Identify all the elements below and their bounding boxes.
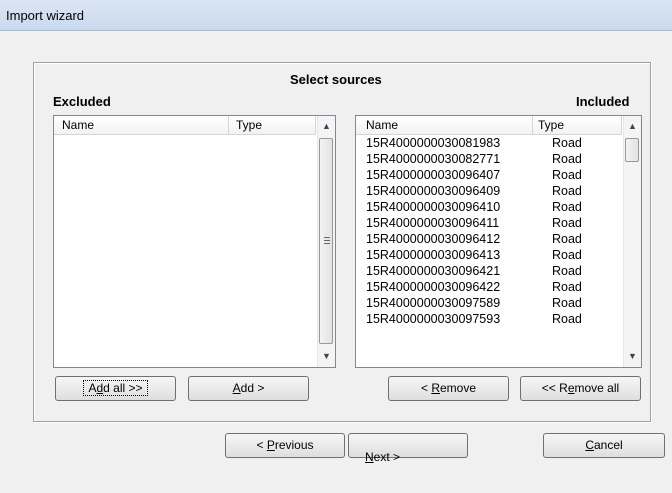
- included-list-header: Name Type: [356, 116, 622, 135]
- excluded-list[interactable]: Name Type ▲ ▼: [53, 115, 336, 368]
- excluded-type-column-header[interactable]: Type: [236, 118, 262, 132]
- cancel-button[interactable]: Cancel: [543, 433, 665, 458]
- excluded-list-header: Name Type: [54, 116, 316, 135]
- add-button[interactable]: Add >: [188, 376, 309, 401]
- previous-button[interactable]: < Previous: [225, 433, 345, 458]
- page-heading: Select sources: [290, 72, 382, 87]
- title-bar: Import wizard: [0, 0, 672, 31]
- included-name-column-header[interactable]: Name: [366, 118, 398, 132]
- scroll-down-icon[interactable]: ▼: [318, 348, 335, 365]
- excluded-scroll-thumb[interactable]: [319, 138, 333, 344]
- excluded-scrollbar[interactable]: ▲ ▼: [317, 116, 335, 367]
- remove-all-button[interactable]: << Remove all: [520, 376, 641, 401]
- excluded-name-column-header[interactable]: Name: [62, 118, 94, 132]
- add-all-button[interactable]: Add all >>: [55, 376, 176, 401]
- included-type-column-header[interactable]: Type: [538, 118, 564, 132]
- included-label: Included: [576, 94, 630, 109]
- scroll-up-icon[interactable]: ▲: [318, 118, 335, 135]
- scroll-down-icon[interactable]: ▼: [624, 348, 641, 365]
- excluded-label: Excluded: [53, 94, 111, 109]
- window-title: Import wizard: [6, 8, 85, 23]
- included-list[interactable]: Name Type 15R4000000030081983 Road 15R400…: [355, 115, 642, 368]
- included-scroll-thumb[interactable]: [625, 138, 639, 162]
- remove-button[interactable]: < Remove: [388, 376, 509, 401]
- next-button[interactable]: Next >: [348, 433, 468, 464]
- included-scrollbar[interactable]: ▲ ▼: [623, 116, 641, 367]
- scroll-up-icon[interactable]: ▲: [624, 118, 641, 135]
